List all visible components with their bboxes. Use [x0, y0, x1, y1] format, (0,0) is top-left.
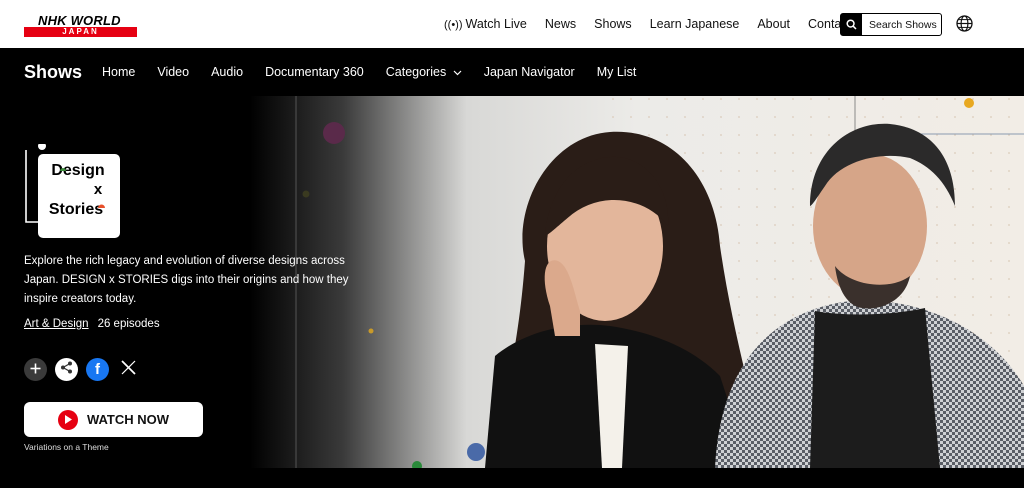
subnav-audio[interactable]: Audio	[211, 65, 243, 79]
subnav-home[interactable]: Home	[102, 65, 135, 79]
hero-banner: Design x Stories Explore the rich legacy…	[0, 96, 1024, 488]
play-icon	[57, 409, 78, 430]
show-logo: Design x Stories	[24, 142, 121, 239]
genre-link[interactable]: Art & Design	[24, 318, 89, 330]
subnav-documentary-360[interactable]: Documentary 360	[265, 65, 364, 79]
share-icon	[60, 361, 73, 379]
about-link[interactable]: About	[757, 17, 790, 31]
watch-live-label: Watch Live	[465, 17, 527, 31]
facebook-share-button[interactable]: f	[86, 358, 109, 381]
search-label: Search Shows	[869, 18, 937, 31]
watch-live-link[interactable]: ((•)) Watch Live	[444, 17, 527, 31]
subnav-categories[interactable]: Categories	[386, 65, 462, 79]
top-header: NHK WORLD JAPAN ((•)) Watch Live News Sho…	[0, 0, 1024, 48]
chevron-down-icon	[453, 65, 462, 79]
subnav-japan-navigator[interactable]: Japan Navigator	[484, 65, 575, 79]
hero-image	[250, 96, 1024, 468]
plus-icon	[30, 361, 41, 379]
search-shows-button[interactable]: Search Shows	[840, 13, 942, 36]
episode-count: 26 episodes	[97, 318, 160, 330]
categories-label: Categories	[385, 65, 447, 79]
logo-line3: Stories	[49, 201, 103, 218]
show-description: Explore the rich legacy and evolution of…	[24, 255, 349, 305]
logo-line1: Design	[51, 162, 104, 179]
watch-now-button[interactable]: WATCH NOW	[24, 402, 203, 437]
facebook-icon: f	[95, 361, 100, 378]
x-share-button[interactable]	[117, 358, 140, 381]
episode-title: Variations on a Theme	[24, 442, 109, 452]
news-link[interactable]: News	[545, 17, 576, 31]
subnav-video[interactable]: Video	[157, 65, 189, 79]
shows-link[interactable]: Shows	[594, 17, 632, 31]
subnav-my-list[interactable]: My List	[597, 65, 637, 79]
shows-navigation-bar: Shows Home Video Audio Documentary 360 C…	[0, 48, 1024, 96]
x-icon	[121, 359, 136, 380]
search-icon	[841, 14, 862, 35]
show-meta: Art & Design 26 episodes	[24, 318, 160, 330]
nhk-world-logo[interactable]: NHK WORLD JAPAN	[24, 13, 137, 37]
watch-now-label: WATCH NOW	[86, 412, 170, 427]
learn-japanese-link[interactable]: Learn Japanese	[650, 17, 740, 31]
logo-line2: x	[94, 181, 103, 198]
globe-icon[interactable]	[956, 15, 973, 32]
broadcast-icon: ((•))	[444, 19, 463, 31]
logo-text: NHK WORLD	[38, 13, 121, 28]
share-button[interactable]	[55, 358, 78, 381]
section-title[interactable]: Shows	[24, 62, 82, 83]
add-to-list-button[interactable]	[24, 358, 47, 381]
action-buttons: f	[24, 358, 140, 381]
top-navigation: ((•)) Watch Live News Shows Learn Japanes…	[444, 0, 869, 48]
shows-subnav: Home Video Audio Documentary 360 Categor…	[102, 48, 658, 96]
logo-subtext: JAPAN	[24, 27, 137, 37]
